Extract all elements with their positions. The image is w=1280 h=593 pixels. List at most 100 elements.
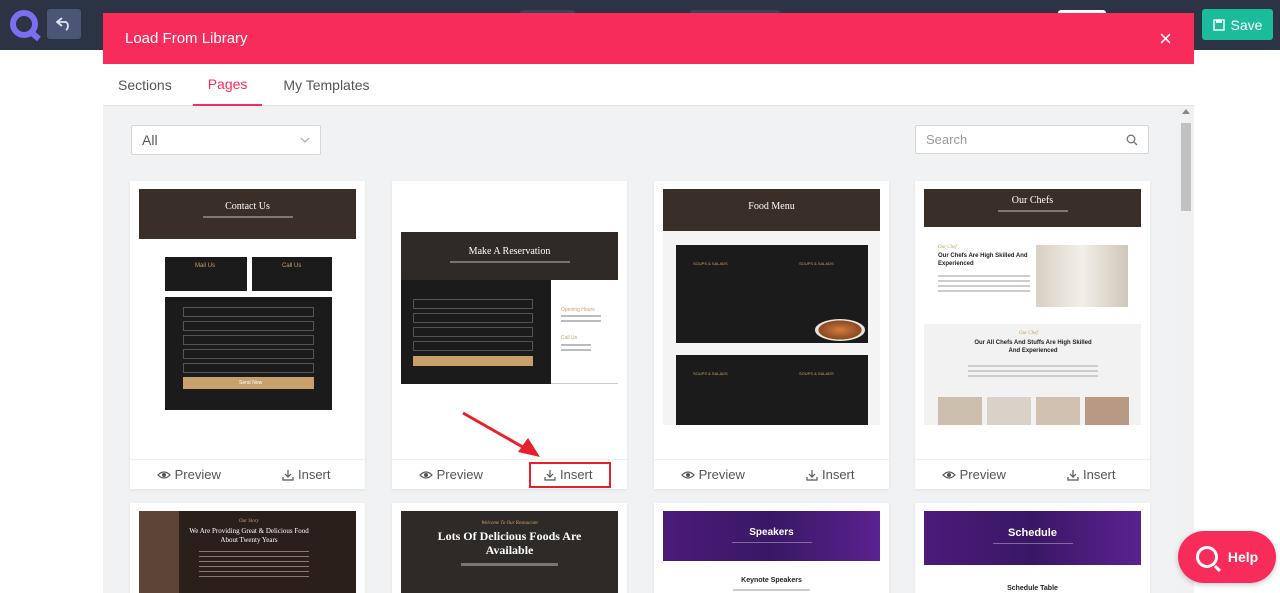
help-button[interactable]: Help (1178, 531, 1276, 583)
search-input[interactable] (926, 132, 1116, 147)
thumb-label: SOUPS & SALADS (799, 371, 834, 376)
preview-label: Preview (698, 467, 745, 482)
thumb-title: Speakers (749, 527, 794, 538)
thumb-title: Our Chefs (1011, 195, 1054, 206)
eye-icon (418, 470, 433, 479)
template-thumbnail[interactable]: Welcome To Our Restaurant Lots Of Delici… (401, 511, 618, 593)
download-icon (282, 469, 294, 481)
thumb-label: Call Us (282, 263, 302, 269)
template-card-story: Our Story We Are Providing Great & Delic… (130, 503, 365, 593)
template-card-schedule: Schedule Schedule Table (915, 503, 1150, 593)
thumb-title: Lots Of Delicious Foods Are Available (437, 529, 582, 557)
search-box (915, 125, 1149, 154)
card-actions: Preview Insert (654, 459, 889, 489)
template-thumbnail[interactable]: Schedule Schedule Table (924, 511, 1141, 593)
insert-highlight-box (529, 462, 611, 488)
thumb-title: Contact Us (225, 201, 270, 212)
chefs-photo (1036, 245, 1128, 307)
thumb-label: Mail Us (195, 263, 216, 269)
scrollbar-thumb[interactable] (1181, 123, 1191, 211)
template-thumbnail[interactable]: Speakers Keynote Speakers (663, 511, 880, 593)
template-thumbnail[interactable]: Our Chefs Our Chef Our Chefs Are High Sk… (924, 189, 1141, 425)
save-button[interactable]: Save (1202, 9, 1273, 40)
preview-button[interactable]: Preview (915, 460, 1033, 489)
app-logo-icon (10, 10, 38, 38)
thumb-title: Make A Reservation (468, 246, 551, 257)
template-card-welcome: Welcome To Our Restaurant Lots Of Delici… (392, 503, 627, 593)
thumb-label: SOUPS & SALADS (693, 261, 728, 266)
thumb-kicker: Our Chef (938, 245, 957, 250)
thumb-banner: Food Menu (663, 189, 880, 231)
chevron-down-icon (300, 137, 310, 143)
category-select-value: All (142, 132, 158, 148)
preview-button[interactable]: Preview (130, 460, 248, 489)
thumb-heading: Our All Chefs And Stuffs Are High Skille… (974, 340, 1092, 354)
thumb-label: SOUPS & SALADS (799, 261, 834, 266)
eye-icon (941, 470, 956, 479)
preview-button[interactable]: Preview (392, 460, 510, 489)
preview-label: Preview (436, 467, 483, 482)
card-actions: Preview Insert (130, 459, 365, 489)
template-thumbnail[interactable]: Food Menu SOUPS & SALADS SOUPS & SALADS … (663, 189, 880, 425)
canvas-left (0, 50, 103, 593)
preview-button[interactable]: Preview (654, 460, 772, 489)
thumb-label: Call Us (561, 335, 578, 341)
template-thumbnail[interactable]: Our Story We Are Providing Great & Delic… (139, 511, 356, 593)
thumb-title: Food Menu (748, 201, 795, 212)
thumb-field (413, 327, 533, 337)
card-actions: Preview Insert (915, 459, 1150, 489)
thumb-kicker: Welcome To Our Restaurant (481, 521, 538, 526)
save-icon (1212, 18, 1225, 31)
tab-bar: Sections Pages My Templates (103, 64, 1194, 106)
help-search-icon (1195, 546, 1218, 568)
download-icon (1067, 469, 1079, 481)
thumb-field (183, 363, 314, 373)
thumb-banner: Contact Us (139, 189, 356, 239)
tab-pages[interactable]: Pages (192, 64, 263, 106)
template-card-food-menu: Food Menu SOUPS & SALADS SOUPS & SALADS … (654, 181, 889, 489)
modal-title: Load From Library (125, 30, 248, 47)
tab-my-templates[interactable]: My Templates (273, 64, 379, 106)
insert-label: Insert (1082, 467, 1116, 482)
undo-icon (56, 17, 69, 31)
thumb-field (413, 299, 533, 309)
category-select[interactable]: All (131, 125, 321, 155)
thumb-field (183, 321, 314, 331)
library-modal: Load From Library × Sections Pages My Te… (103, 13, 1194, 593)
thumb-label: SOUPS & SALADS (693, 371, 728, 376)
thumb-field (183, 307, 314, 317)
insert-label: Insert (821, 467, 855, 482)
thumb-field (183, 349, 314, 359)
thumb-banner: Speakers (663, 511, 880, 561)
template-thumbnail[interactable]: Contact Us Mail Us Call Us Send Now (139, 189, 356, 425)
tab-sections[interactable]: Sections (108, 64, 182, 106)
undo-button[interactable] (47, 9, 81, 39)
thumb-subtitle: Schedule Table (1007, 585, 1058, 592)
thumb-banner: Make A Reservation (401, 232, 618, 280)
template-thumbnail[interactable]: Make A Reservation Opening Hours Call Us (401, 189, 618, 425)
preview-label: Preview (959, 467, 1006, 482)
modal-scrollbar[interactable] (1178, 106, 1194, 593)
thumb-title: Schedule (1008, 527, 1057, 539)
thumb-field (413, 313, 533, 323)
insert-label: Insert (297, 467, 331, 482)
thumb-banner: Our Chefs (924, 189, 1141, 227)
insert-button[interactable]: Insert (1033, 460, 1151, 489)
modal-header: Load From Library × (103, 13, 1194, 64)
close-icon[interactable]: × (1159, 27, 1172, 50)
thumb-button (413, 356, 533, 366)
thumb-title: We Are Providing Great & Delicious Food … (189, 527, 309, 544)
thumb-label: Opening Hours (561, 307, 595, 313)
search-icon[interactable] (1126, 134, 1138, 146)
canvas-right (1194, 50, 1280, 593)
scroll-up-arrow-icon[interactable] (1182, 109, 1190, 114)
save-label: Save (1230, 16, 1263, 33)
eye-icon (680, 470, 695, 479)
thumb-field (183, 335, 314, 345)
insert-button[interactable]: Insert (248, 460, 366, 489)
thumb-subtitle: Keynote Speakers (741, 577, 802, 584)
template-card-contact: Contact Us Mail Us Call Us Send Now Prev… (130, 181, 365, 489)
template-card-chefs: Our Chefs Our Chef Our Chefs Are High Sk… (915, 181, 1150, 489)
insert-button[interactable]: Insert (772, 460, 890, 489)
thumb-kicker: Our Chef (1019, 331, 1038, 336)
